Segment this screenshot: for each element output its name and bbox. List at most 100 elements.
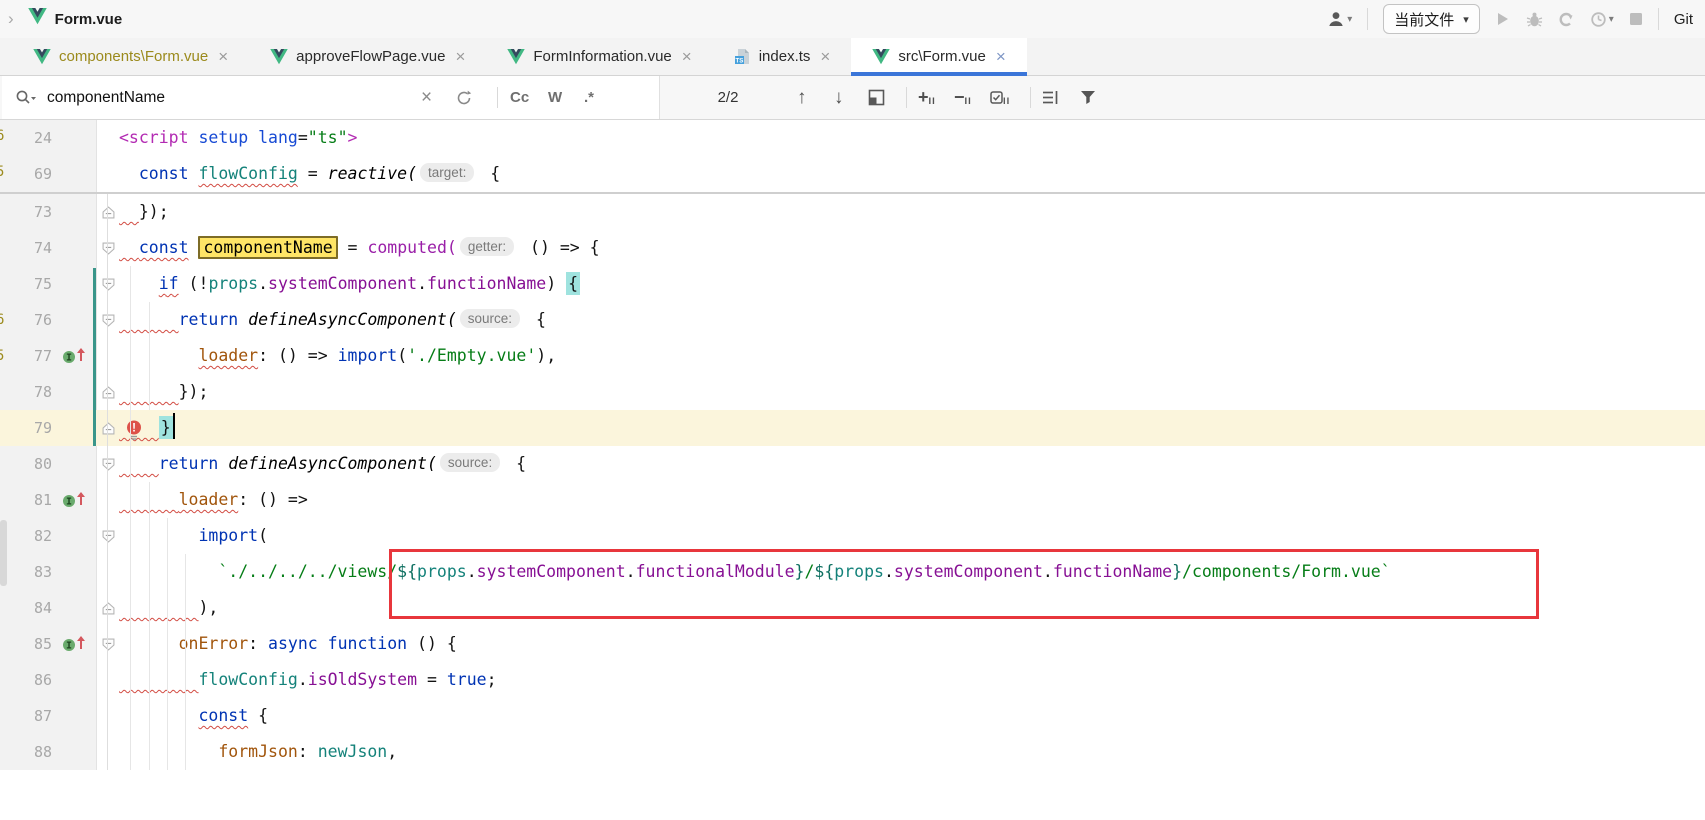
previous-match-icon[interactable]: ↑ (797, 76, 807, 119)
fold-marker-icon[interactable] (97, 230, 119, 266)
fold-marker-icon[interactable] (97, 194, 119, 230)
implementation-arrow-icon[interactable]: I (58, 491, 92, 509)
implementation-arrow-icon[interactable]: I (58, 635, 92, 653)
next-match-icon[interactable]: ↓ (834, 76, 844, 119)
code-text[interactable]: if (!props.systemComponent.functionName)… (119, 266, 1705, 302)
gutter[interactable]: 86 (0, 662, 97, 698)
gutter[interactable]: 79 (0, 410, 97, 446)
fold-marker-icon[interactable] (97, 626, 119, 662)
editor-tab[interactable]: TSindex.ts× (713, 38, 852, 75)
line-number: 88 (0, 743, 58, 761)
code-token (119, 164, 139, 183)
tab-close-icon[interactable]: × (218, 48, 228, 65)
gutter[interactable]: 82 (0, 518, 97, 554)
chevron-down-icon: ▾ (1609, 14, 1614, 25)
gutter[interactable]: 78 (0, 374, 97, 410)
fold-marker-icon[interactable] (97, 410, 119, 446)
gutter[interactable]: 84 (0, 590, 97, 626)
run-configuration-select[interactable]: 当前文件 ▾ (1383, 4, 1480, 34)
gutter[interactable]: 80 (0, 446, 97, 482)
add-occurrence-icon[interactable]: +II (918, 76, 936, 119)
code-token: <script (119, 128, 189, 147)
user-profile-button[interactable]: ▾ (1327, 10, 1352, 28)
search-query-text[interactable]: componentName (47, 76, 165, 119)
indent-guide (149, 482, 150, 770)
editor-tab[interactable]: approveFlowPage.vue× (249, 38, 486, 75)
code-token: flowConfig (198, 670, 297, 689)
gutter[interactable]: 76 (0, 302, 97, 338)
select-all-occurrences-icon[interactable]: II (990, 76, 1010, 119)
regex-toggle[interactable]: .* (584, 76, 594, 119)
editor-tab[interactable]: src\Form.vue× (851, 38, 1026, 75)
title-bar: › Form.vue ▾ 当前文件 ▾ ▾ Git (0, 0, 1705, 38)
find-bar: componentName × Cc W .* 2/2 ↑ ↓ +II −II … (0, 76, 1705, 120)
gutter[interactable]: 88 (0, 734, 97, 770)
code-text[interactable]: const flowConfig = reactive(target: { (119, 156, 1705, 192)
open-in-find-window-icon[interactable] (868, 76, 885, 119)
editor-tab[interactable]: FormInformation.vue× (486, 38, 712, 75)
tab-close-icon[interactable]: × (820, 48, 830, 65)
search-icon[interactable] (15, 76, 37, 119)
tab-label: components\Form.vue (59, 48, 208, 65)
filter-funnel-icon[interactable] (1080, 76, 1096, 119)
whole-words-toggle[interactable]: W (548, 76, 562, 119)
fold-marker-icon[interactable] (97, 302, 119, 338)
gutter[interactable]: 69 (0, 156, 97, 192)
implementation-arrow-icon[interactable]: I (58, 347, 92, 365)
code-text[interactable]: loader: () => (119, 482, 1705, 518)
clipped-edge-digit: 5 (0, 164, 4, 180)
gutter[interactable]: 77I (0, 338, 97, 374)
gutter[interactable]: 73 (0, 194, 97, 230)
fold-marker-icon[interactable] (97, 266, 119, 302)
fold-marker-icon[interactable] (97, 374, 119, 410)
stop-icon[interactable] (1629, 12, 1643, 26)
code-token: defineAsyncComponent( (248, 310, 457, 329)
code-text[interactable]: formJson: newJson, (119, 734, 1705, 770)
filter-lines-icon[interactable] (1042, 76, 1060, 119)
fold-marker-icon[interactable] (97, 518, 119, 554)
code-text[interactable]: return defineAsyncComponent(source: { (119, 446, 1705, 482)
search-history-icon[interactable] (455, 76, 473, 119)
gutter[interactable]: 75 (0, 266, 97, 302)
gutter[interactable]: 74 (0, 230, 97, 266)
fold-marker-icon[interactable] (97, 446, 119, 482)
profiler-icon[interactable]: ▾ (1590, 11, 1614, 28)
gutter[interactable]: 24 (0, 120, 97, 156)
tab-close-icon[interactable]: × (996, 48, 1006, 65)
code-text[interactable]: const componentName = computed(getter: (… (119, 230, 1705, 266)
gutter[interactable]: 81I (0, 482, 97, 518)
line-number: 87 (0, 707, 58, 725)
code-token: ( (397, 346, 407, 365)
code-text[interactable]: const { (119, 698, 1705, 734)
run-button[interactable] (1495, 11, 1511, 27)
line-number: 80 (0, 455, 58, 473)
code-token (119, 274, 159, 293)
code-text[interactable]: return defineAsyncComponent(source: { (119, 302, 1705, 338)
fold-marker-icon[interactable] (97, 590, 119, 626)
gutter[interactable]: 87 (0, 698, 97, 734)
code-text[interactable]: }); (119, 194, 1705, 230)
gutter[interactable]: 85I (0, 626, 97, 662)
code-text[interactable]: loader: () => import('./Empty.vue'), (119, 338, 1705, 374)
line-number: 76 (0, 311, 58, 329)
vcs-widget[interactable]: Git (1674, 11, 1693, 28)
code-text[interactable]: flowConfig.isOldSystem = true; (119, 662, 1705, 698)
code-editor[interactable]: 24 <script setup lang="ts"> 69 const flowC… (0, 120, 1705, 820)
code-token: . (417, 274, 427, 293)
left-scrollbar-thumb[interactable] (0, 520, 7, 586)
code-text[interactable]: onError: async function () { (119, 626, 1705, 662)
debug-icon[interactable] (1526, 11, 1543, 28)
editor-tab[interactable]: components\Form.vue × (12, 38, 249, 75)
tab-close-icon[interactable]: × (455, 48, 465, 65)
tab-close-icon[interactable]: × (682, 48, 692, 65)
code-text[interactable]: <script setup lang="ts"> (119, 120, 1705, 156)
code-token: { (248, 706, 268, 725)
clear-search-icon[interactable]: × (421, 76, 432, 119)
gutter[interactable]: 83 (0, 554, 97, 590)
code-text[interactable]: }); (119, 374, 1705, 410)
breadcrumb-file-name[interactable]: Form.vue (55, 11, 123, 28)
code-text[interactable]: ! } (119, 410, 1705, 446)
remove-occurrence-icon[interactable]: −II (954, 76, 972, 119)
match-case-toggle[interactable]: Cc (510, 76, 529, 119)
coverage-icon[interactable] (1558, 11, 1575, 28)
